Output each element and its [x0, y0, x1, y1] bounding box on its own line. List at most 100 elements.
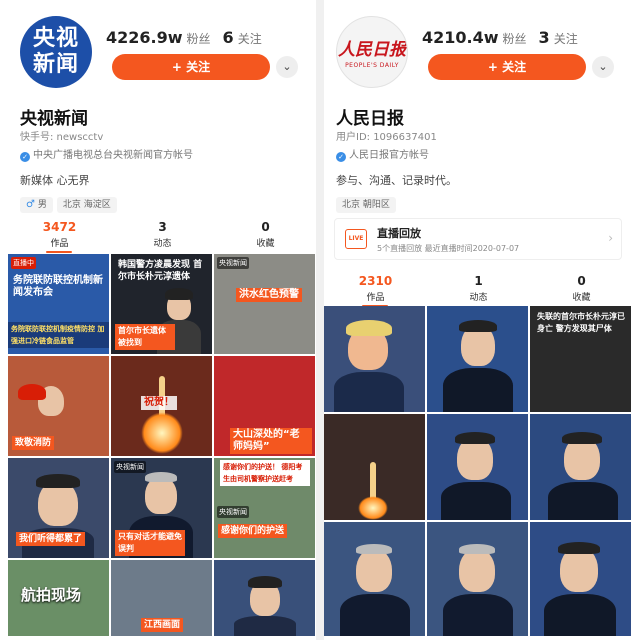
video-tile[interactable] — [324, 414, 425, 520]
video-tile[interactable] — [427, 522, 528, 636]
following-label: 关注 — [237, 32, 262, 46]
following-count[interactable]: 3 — [539, 28, 550, 47]
tile-caption: 韩国警方凌晨发现 首尔市长朴元淳遗体 — [118, 260, 203, 282]
tile-caption: 大山深处的“老师妈妈” — [230, 428, 312, 454]
video-tile[interactable]: 致敬消防 — [8, 356, 109, 456]
video-tile[interactable]: 我们听得都累了 — [8, 458, 109, 558]
tab-moments-label: 动态 — [153, 239, 172, 249]
live-replay-row[interactable]: LIVE 直播回放 5个直播回放 最近直播时间2020-07-07 › — [334, 218, 622, 260]
profile-name: 人民日报 — [336, 109, 404, 129]
following-label: 关注 — [553, 32, 578, 46]
account-id: 用户ID: 1096637401 — [336, 132, 437, 143]
logo-wordmark: 人民日报 — [338, 40, 406, 60]
video-tile[interactable] — [530, 522, 631, 636]
video-tile[interactable]: 直播中 务院联防联控机制新闻发布会 务院联防联控机制疫情防控 加强进口冷链食品监… — [8, 254, 109, 354]
following-count[interactable]: 6 — [223, 28, 234, 47]
avatar-text-line1: 央视 — [32, 26, 79, 51]
tab-works-count: 3472 — [42, 220, 77, 234]
verified-icon: ✓ — [20, 152, 30, 162]
tab-works[interactable]: 3472 作品 — [8, 220, 111, 249]
avatar[interactable]: 央视 新闻 — [20, 16, 92, 88]
live-replay-subtitle: 5个直播回放 最近直播时间2020-07-07 — [377, 244, 520, 253]
live-badge: 直播中 — [11, 257, 36, 269]
video-tile[interactable]: 大山深处的“老师妈妈” — [214, 356, 315, 456]
tab-favorites[interactable]: 0 收藏 — [530, 274, 632, 303]
video-tile[interactable]: 江西画面 — [111, 560, 212, 636]
verification-text: 中央广播电视总台央视新闻官方帐号 — [33, 150, 193, 161]
tile-caption: 失联的首尔市长朴元淳已身亡 警方发现其尸体 — [537, 312, 625, 333]
verified-icon: ✓ — [336, 152, 346, 162]
tile-caption: 祝贺！ — [141, 396, 177, 410]
video-tile[interactable] — [214, 560, 315, 636]
video-tile[interactable]: 感谢你们的护送！ 德阳考生由司机警察护送赶考 央视新闻 感谢你们的护送 — [214, 458, 315, 558]
fans-label: 粉丝 — [502, 32, 527, 46]
live-replay-title: 直播回放 — [377, 227, 421, 240]
tile-subcaption: 首尔市长遗体被找到 — [115, 324, 175, 350]
chevron-down-icon[interactable]: ⌄ — [592, 56, 614, 78]
avatar[interactable]: 人民日报 PEOPLE'S DAILY — [336, 16, 408, 88]
video-tile[interactable]: 央视新闻 只有对话才能避免误判 — [111, 458, 212, 558]
panel-divider — [316, 0, 324, 640]
tile-subcaption: 务院联防联控机制疫情防控 加强进口冷链食品监管 — [8, 322, 109, 348]
location-tag: 北京 海淀区 — [56, 197, 117, 213]
video-tile[interactable]: 韩国警方凌晨发现 首尔市长朴元淳遗体 首尔市长遗体被找到 — [111, 254, 212, 354]
tab-favorites-label: 收藏 — [572, 293, 591, 303]
profile-stats: 4210.4w 粉丝 3 关注 — [422, 28, 578, 47]
account-id: 快手号: newscctv — [20, 132, 104, 143]
video-tile[interactable] — [324, 306, 425, 412]
profile-panel-peoples-daily: 人民日报 PEOPLE'S DAILY 4210.4w 粉丝 3 关注 + 关注 ⌄ … — [324, 8, 632, 636]
profile-name: 央视新闻 — [20, 109, 88, 129]
tile-caption: 致敬消防 — [12, 436, 55, 450]
male-icon: ♂ — [26, 199, 35, 210]
active-tab-indicator — [46, 251, 72, 253]
follow-button[interactable]: + 关注 — [428, 54, 586, 80]
logo-subtitle: PEOPLE'S DAILY — [345, 62, 399, 69]
tab-favorites-count: 0 — [261, 220, 270, 234]
tag-list: 北京 朝阳区 — [336, 192, 400, 213]
profile-panel-cctv: 央视 新闻 4226.9w 粉丝 6 关注 + 关注 ⌄ 央视新闻 快手号: news… — [8, 8, 316, 636]
tile-caption: 感谢你们的护送 — [218, 524, 288, 538]
video-tile[interactable] — [427, 306, 528, 412]
tile-caption: 洪水红色预警 — [236, 288, 302, 302]
tab-works[interactable]: 2310 作品 — [324, 274, 427, 303]
video-tile[interactable]: 祝贺！ — [111, 356, 212, 456]
avatar-text-line2: 新闻 — [32, 52, 79, 77]
tab-moments-count: 3 — [158, 220, 167, 234]
video-tile[interactable]: 失联的首尔市长朴元淳已身亡 警方发现其尸体 — [530, 306, 631, 412]
tile-caption: 江西画面 — [141, 618, 184, 632]
channel-badge: 央视新闻 — [217, 506, 249, 518]
video-grid[interactable]: 失联的首尔市长朴元淳已身亡 警方发现其尸体 — [324, 306, 632, 636]
fans-label: 粉丝 — [186, 32, 211, 46]
tab-moments-count: 1 — [474, 274, 483, 288]
bio: 新媒体 心无界 — [20, 174, 90, 187]
fans-count[interactable]: 4226.9w — [106, 28, 183, 47]
tile-caption: 我们听得都累了 — [16, 532, 86, 546]
channel-badge: 央视新闻 — [114, 461, 146, 473]
location-tag: 北京 朝阳区 — [336, 197, 396, 213]
video-tile[interactable]: 央视新闻 洪水红色预警 — [214, 254, 315, 354]
tile-caption: 航拍现场 — [21, 586, 82, 604]
gender-tag-label: 男 — [37, 200, 47, 210]
tab-favorites[interactable]: 0 收藏 — [214, 220, 316, 249]
tile-subcaption: 感谢你们的护送！ 德阳考生由司机警察护送赶考 — [220, 460, 310, 486]
follow-button[interactable]: + 关注 — [112, 54, 270, 80]
gender-tag: ♂ 男 — [20, 197, 53, 213]
chevron-down-icon[interactable]: ⌄ — [276, 56, 298, 78]
tab-favorites-count: 0 — [577, 274, 586, 288]
fans-count[interactable]: 4210.4w — [422, 28, 499, 47]
video-tile[interactable] — [324, 522, 425, 636]
tab-moments[interactable]: 1 动态 — [427, 274, 530, 303]
video-tile[interactable] — [427, 414, 528, 520]
chevron-right-icon: › — [608, 231, 613, 245]
tab-favorites-label: 收藏 — [256, 239, 275, 249]
tab-moments[interactable]: 3 动态 — [111, 220, 214, 249]
tab-moments-label: 动态 — [469, 293, 488, 303]
tab-works-label: 作品 — [366, 293, 385, 303]
tab-works-label: 作品 — [50, 239, 69, 249]
video-tile[interactable]: 航拍现场 — [8, 560, 109, 636]
verification-text: 人民日报官方帐号 — [349, 150, 429, 161]
tag-list: ♂ 男北京 海淀区 — [20, 192, 121, 213]
live-icon: LIVE — [345, 229, 367, 249]
video-tile[interactable] — [530, 414, 631, 520]
bio: 参与、沟通、记录时代。 — [336, 174, 457, 187]
